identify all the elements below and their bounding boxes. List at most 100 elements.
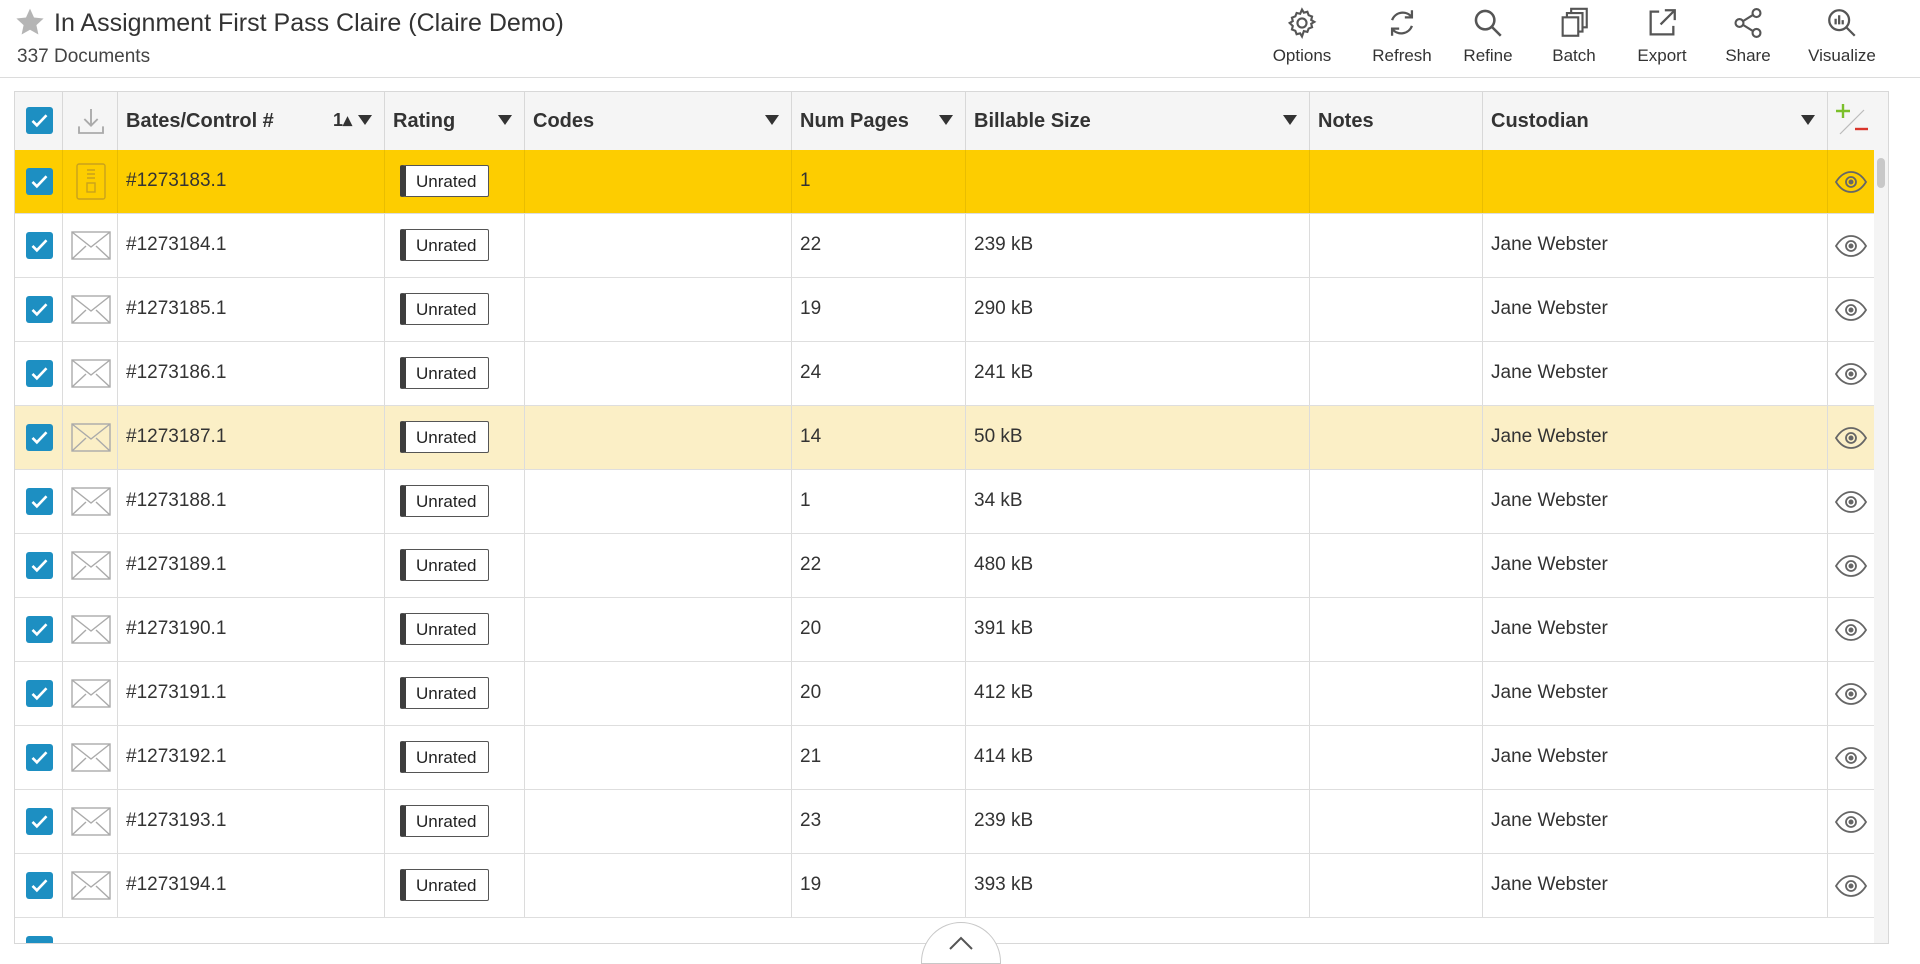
row-checkbox[interactable] [26,808,53,835]
row-checkbox[interactable] [26,872,53,899]
table-row[interactable]: #1273186.1 Unrated 24 241 kB Jane Webster [15,342,1888,406]
email-icon[interactable] [71,679,111,708]
eye-icon[interactable] [1835,811,1867,833]
rating-badge[interactable]: Unrated [400,677,489,709]
scrollbar-thumb[interactable] [1877,158,1885,188]
rating-badge[interactable]: Unrated [400,741,489,773]
rating-badge[interactable]: Unrated [400,165,489,197]
refresh-button[interactable]: Refresh [1360,6,1444,70]
row-checkbox[interactable] [26,424,53,451]
row-checkbox[interactable] [26,168,53,195]
email-icon[interactable] [71,487,111,516]
bates-cell[interactable]: #1273194.1 [118,854,385,917]
custodian-column-header[interactable]: Custodian [1483,92,1828,150]
vertical-scrollbar[interactable] [1874,150,1888,943]
email-icon[interactable] [71,743,111,772]
email-icon[interactable] [71,551,111,580]
rating-badge[interactable]: Unrated [400,869,489,901]
num-pages-dropdown-icon[interactable] [939,115,953,125]
rating-dropdown-icon[interactable] [498,115,512,125]
billable-size-dropdown-icon[interactable] [1283,115,1297,125]
num-pages-column-header[interactable]: Num Pages [792,92,966,150]
eye-icon[interactable] [1835,235,1867,257]
email-icon[interactable] [71,423,111,452]
bates-column-header[interactable]: Bates/Control # 1▴ [118,92,385,150]
row-checkbox[interactable] [26,552,53,579]
eye-icon[interactable] [1835,363,1867,385]
bates-cell[interactable]: #1273187.1 [118,406,385,469]
rating-badge[interactable]: Unrated [400,293,489,325]
email-icon[interactable] [71,231,111,260]
email-icon[interactable] [71,295,111,324]
document-grid: Bates/Control # 1▴ Rating Codes Num Page… [14,91,1889,944]
row-checkbox[interactable] [26,680,53,707]
eye-icon[interactable] [1835,747,1867,769]
table-row[interactable]: #1273194.1 Unrated 19 393 kB Jane Webster [15,854,1888,918]
rating-badge[interactable]: Unrated [400,549,489,581]
eye-icon[interactable] [1835,619,1867,641]
bates-cell[interactable]: #1273183.1 [118,150,385,213]
bates-cell[interactable]: #1273188.1 [118,470,385,533]
row-checkbox[interactable] [26,488,53,515]
rating-column-header[interactable]: Rating [385,92,525,150]
eye-icon[interactable] [1835,683,1867,705]
table-row[interactable]: #1273193.1 Unrated 23 239 kB Jane Webster [15,790,1888,854]
eye-icon[interactable] [1835,875,1867,897]
eye-icon[interactable] [1835,171,1867,193]
table-row[interactable]: #1273190.1 Unrated 20 391 kB Jane Webster [15,598,1888,662]
row-checkbox[interactable] [26,232,53,259]
refine-button[interactable]: Refine [1446,6,1530,70]
email-icon[interactable] [71,615,111,644]
export-button[interactable]: Export [1620,6,1704,70]
email-icon[interactable] [71,359,111,388]
email-icon[interactable] [71,807,111,836]
eye-icon[interactable] [1835,427,1867,449]
custodian-dropdown-icon[interactable] [1801,115,1815,125]
star-icon[interactable] [14,6,46,38]
table-row[interactable]: #1273189.1 Unrated 22 480 kB Jane Webster [15,534,1888,598]
table-row[interactable]: #1273183.1 Unrated 1 [15,150,1888,214]
row-checkbox[interactable] [26,296,53,323]
rating-badge[interactable]: Unrated [400,421,489,453]
eye-icon[interactable] [1835,491,1867,513]
row-checkbox[interactable] [26,744,53,771]
table-row[interactable]: #1273184.1 Unrated 22 239 kB Jane Webster [15,214,1888,278]
bates-cell[interactable]: #1273191.1 [118,662,385,725]
table-row[interactable]: #1273188.1 Unrated 1 34 kB Jane Webster [15,470,1888,534]
rating-badge[interactable]: Unrated [400,613,489,645]
table-row[interactable]: #1273185.1 Unrated 19 290 kB Jane Webster [15,278,1888,342]
bates-cell[interactable]: #1273186.1 [118,342,385,405]
bates-cell[interactable]: #1273184.1 [118,214,385,277]
options-button[interactable]: Options [1260,6,1344,70]
download-column[interactable] [63,92,118,150]
bates-cell[interactable]: #1273192.1 [118,726,385,789]
add-remove-columns[interactable] [1828,92,1874,150]
rating-badge[interactable]: Unrated [400,485,489,517]
eye-icon[interactable] [1835,555,1867,577]
rating-badge[interactable]: Unrated [400,229,489,261]
bates-cell[interactable]: #1273193.1 [118,790,385,853]
table-row[interactable]: #1273187.1 Unrated 14 50 kB Jane Webster [15,406,1888,470]
row-checkbox[interactable] [26,936,53,943]
bates-cell[interactable]: #1273185.1 [118,278,385,341]
notes-column-header[interactable]: Notes [1310,92,1483,150]
bates-cell[interactable]: #1273189.1 [118,534,385,597]
row-checkbox[interactable] [26,616,53,643]
rating-badge[interactable]: Unrated [400,805,489,837]
batch-button[interactable]: Batch [1532,6,1616,70]
codes-dropdown-icon[interactable] [765,115,779,125]
codes-column-header[interactable]: Codes [525,92,792,150]
table-row[interactable]: #1273191.1 Unrated 20 412 kB Jane Webster [15,662,1888,726]
visualize-button[interactable]: Visualize [1800,6,1884,70]
bates-cell[interactable]: #1273190.1 [118,598,385,661]
table-row[interactable]: #1273192.1 Unrated 21 414 kB Jane Webster [15,726,1888,790]
eye-icon[interactable] [1835,299,1867,321]
select-all-checkbox[interactable] [26,107,53,134]
share-button[interactable]: Share [1706,6,1790,70]
bates-dropdown-icon[interactable] [358,115,372,125]
document-icon[interactable] [76,163,106,200]
row-checkbox[interactable] [26,360,53,387]
rating-badge[interactable]: Unrated [400,357,489,389]
email-icon[interactable] [71,871,111,900]
billable-size-column-header[interactable]: Billable Size [966,92,1310,150]
